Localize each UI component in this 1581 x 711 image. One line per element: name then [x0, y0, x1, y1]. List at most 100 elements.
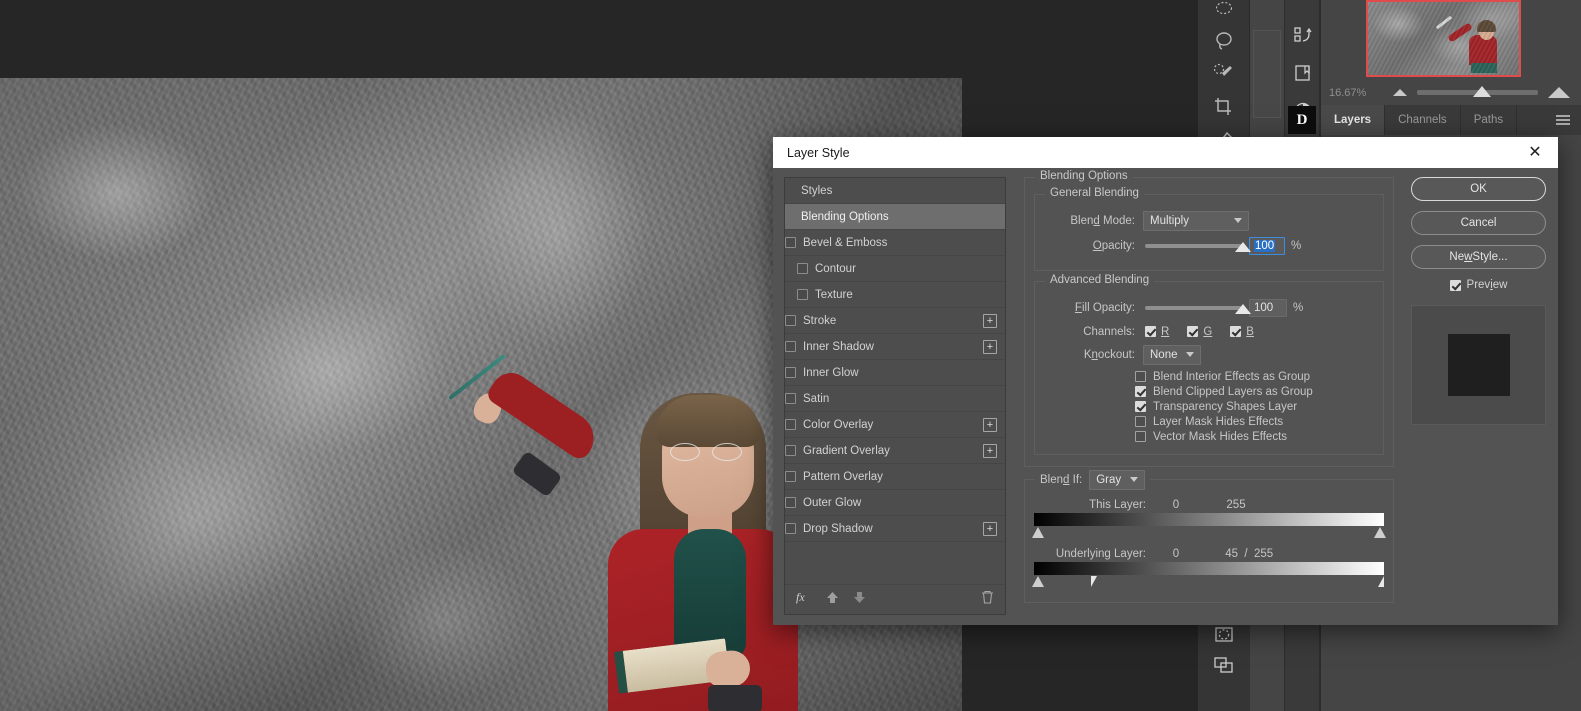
style-checkbox[interactable] — [785, 341, 796, 352]
layers-comp-icon[interactable] — [1285, 54, 1320, 92]
screen-mode-icon[interactable] — [1198, 650, 1250, 680]
panel-tabs[interactable]: Layers Channels Paths — [1320, 105, 1581, 135]
style-checkbox[interactable] — [797, 289, 808, 300]
style-row-styles[interactable]: Styles — [785, 178, 1005, 204]
advanced-option-blend-clipped-layers-as-group[interactable]: Blend Clipped Layers as Group — [1135, 384, 1375, 399]
style-checkbox[interactable] — [785, 393, 796, 404]
underlying-white-slider[interactable] — [1378, 576, 1384, 587]
quick-selection-icon[interactable] — [1198, 60, 1250, 86]
add-effect-icon[interactable]: + — [983, 340, 997, 354]
channel-checkbox[interactable] — [1145, 326, 1156, 337]
history-icon[interactable] — [1285, 16, 1320, 54]
tool-preset-box[interactable] — [1253, 30, 1281, 118]
fill-opacity-slider[interactable] — [1145, 298, 1243, 318]
blend-mode-select[interactable]: Multiply — [1143, 211, 1249, 231]
tab-paths[interactable]: Paths — [1461, 105, 1517, 135]
lasso-icon[interactable] — [1198, 28, 1250, 54]
knockout-select[interactable]: None — [1143, 345, 1201, 365]
opacity-slider[interactable] — [1145, 236, 1243, 256]
underlying-split-slider[interactable] — [1091, 576, 1097, 587]
style-checkbox[interactable] — [797, 263, 808, 274]
underlying-black-slider[interactable] — [1032, 576, 1044, 587]
marquee-icon[interactable] — [1198, 0, 1250, 22]
this-layer-white-slider[interactable] — [1374, 527, 1386, 538]
move-up-icon[interactable] — [825, 590, 840, 610]
add-effect-icon[interactable]: + — [983, 418, 997, 432]
navigator-thumbnail[interactable] — [1366, 0, 1521, 77]
opacity-slider-thumb[interactable] — [1235, 242, 1251, 252]
underlying-layer-max[interactable]: 255 — [1254, 548, 1286, 560]
channel-r[interactable]: R — [1145, 326, 1169, 338]
preview-checkbox[interactable] — [1450, 280, 1461, 291]
channels-group[interactable]: RGB — [1145, 326, 1272, 338]
style-row-gradient-overlay[interactable]: Gradient Overlay+ — [785, 438, 1005, 464]
panel-menu-icon[interactable] — [1555, 105, 1581, 135]
underlying-layer-knobs[interactable] — [1034, 575, 1384, 590]
style-row-outer-glow[interactable]: Outer Glow — [785, 490, 1005, 516]
style-row-satin[interactable]: Satin — [785, 386, 1005, 412]
style-checkbox[interactable] — [785, 471, 796, 482]
mode-buttons[interactable] — [1198, 620, 1250, 711]
style-row-blending-options[interactable]: Blending Options — [785, 204, 1005, 230]
zoom-in-icon[interactable] — [1548, 87, 1570, 98]
zoom-slider-track[interactable] — [1417, 90, 1538, 95]
this-layer-max[interactable]: 255 — [1206, 499, 1266, 511]
tab-layers[interactable]: Layers — [1321, 105, 1385, 135]
close-icon[interactable]: ✕ — [1522, 140, 1548, 166]
style-row-bevel-emboss[interactable]: Bevel & Emboss — [785, 230, 1005, 256]
channel-g[interactable]: G — [1187, 326, 1212, 338]
fx-icon[interactable]: fx — [795, 589, 813, 610]
new-style-button[interactable]: New Style... — [1411, 245, 1546, 269]
advanced-option-checkbox[interactable] — [1135, 386, 1146, 397]
style-checkbox[interactable] — [785, 497, 796, 508]
style-row-texture[interactable]: Texture — [785, 282, 1005, 308]
style-row-drop-shadow[interactable]: Drop Shadow+ — [785, 516, 1005, 542]
add-effect-icon[interactable]: + — [983, 314, 997, 328]
ok-button[interactable]: OK — [1411, 177, 1546, 201]
style-row-inner-shadow[interactable]: Inner Shadow+ — [785, 334, 1005, 360]
styles-list[interactable]: StylesBlending OptionsBevel & EmbossCont… — [785, 178, 1005, 584]
style-row-stroke[interactable]: Stroke+ — [785, 308, 1005, 334]
channel-b[interactable]: B — [1230, 326, 1254, 338]
tab-channels[interactable]: Channels — [1385, 105, 1461, 135]
style-row-pattern-overlay[interactable]: Pattern Overlay — [785, 464, 1005, 490]
style-checkbox[interactable] — [785, 523, 796, 534]
opacity-slider-track[interactable] — [1145, 244, 1243, 248]
style-row-color-overlay[interactable]: Color Overlay+ — [785, 412, 1005, 438]
advanced-option-transparency-shapes-layer[interactable]: Transparency Shapes Layer — [1135, 399, 1375, 414]
preview-row[interactable]: Preview — [1411, 279, 1546, 291]
advanced-option-layer-mask-hides-effects[interactable]: Layer Mask Hides Effects — [1135, 414, 1375, 429]
advanced-option-checkbox[interactable] — [1135, 371, 1146, 382]
style-row-inner-glow[interactable]: Inner Glow — [785, 360, 1005, 386]
channel-checkbox[interactable] — [1230, 326, 1241, 337]
fill-opacity-slider-track[interactable] — [1145, 306, 1243, 310]
style-checkbox[interactable] — [785, 419, 796, 430]
underlying-layer-min[interactable]: 0 — [1146, 548, 1206, 560]
advanced-option-vector-mask-hides-effects[interactable]: Vector Mask Hides Effects — [1135, 429, 1375, 444]
style-checkbox[interactable] — [785, 315, 796, 326]
move-down-icon[interactable] — [852, 590, 867, 610]
fill-opacity-slider-thumb[interactable] — [1235, 304, 1251, 314]
zoom-out-icon[interactable] — [1393, 89, 1407, 96]
style-checkbox[interactable] — [785, 445, 796, 456]
navigator-zoom-row[interactable]: 16.67% — [1321, 80, 1581, 105]
this-layer-knobs[interactable] — [1034, 526, 1384, 541]
add-effect-icon[interactable]: + — [983, 522, 997, 536]
advanced-option-checkbox[interactable] — [1135, 416, 1146, 427]
underlying-layer-split-left[interactable]: 45 — [1206, 548, 1238, 560]
this-layer-black-slider[interactable] — [1032, 527, 1044, 538]
advanced-option-blend-interior-effects-as-group[interactable]: Blend Interior Effects as Group — [1135, 369, 1375, 384]
channel-checkbox[interactable] — [1187, 326, 1198, 337]
zoom-level-value[interactable]: 16.67% — [1329, 87, 1387, 99]
advanced-option-checkbox[interactable] — [1135, 431, 1146, 442]
style-checkbox[interactable] — [785, 237, 796, 248]
styles-footer-toolbar[interactable]: fx — [785, 584, 1005, 614]
this-layer-min[interactable]: 0 — [1146, 499, 1206, 511]
advanced-options-list[interactable]: Blend Interior Effects as GroupBlend Cli… — [1135, 369, 1375, 444]
style-checkbox[interactable] — [785, 367, 796, 378]
trash-icon[interactable] — [980, 589, 995, 610]
advanced-option-checkbox[interactable] — [1135, 401, 1146, 412]
add-effect-icon[interactable]: + — [983, 444, 997, 458]
style-row-contour[interactable]: Contour — [785, 256, 1005, 282]
fill-opacity-input[interactable]: 100 — [1249, 299, 1287, 317]
